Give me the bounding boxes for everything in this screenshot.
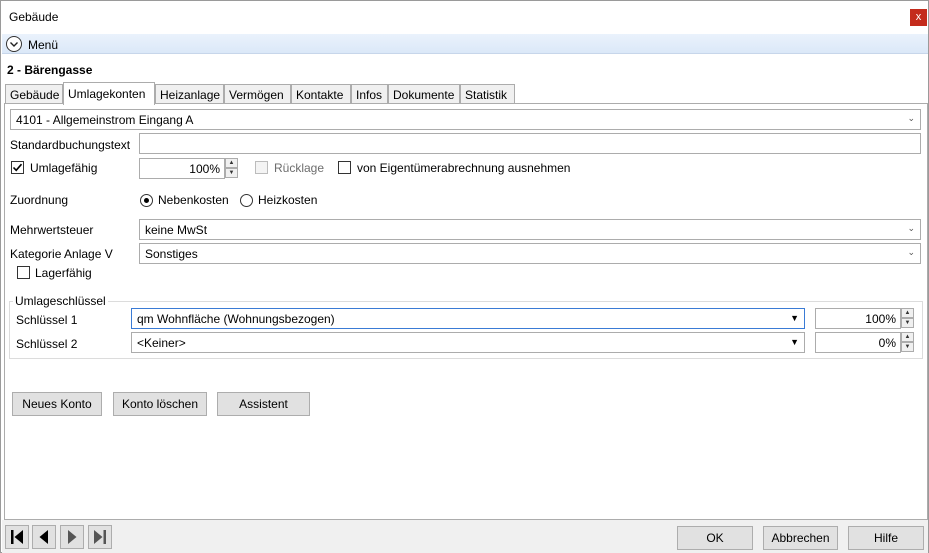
title-bar: Gebäude x <box>1 1 928 33</box>
ok-button[interactable]: OK <box>677 526 753 550</box>
percent-stepper[interactable]: ▲ ▼ <box>225 158 238 179</box>
account-value: 4101 - Allgemeinstrom Eingang A <box>16 113 194 127</box>
tab-statistik[interactable]: Statistik <box>460 84 515 104</box>
schluessel-2-value: <Keiner> <box>137 336 186 350</box>
schluessel-2-stepper[interactable]: ▲ ▼ <box>901 332 914 353</box>
schluessel-2-select[interactable]: <Keiner> ▼ <box>131 332 805 353</box>
chevron-down-icon: ⌄ <box>907 113 915 123</box>
schluessel-1-value: qm Wohnfläche (Wohnungsbezogen) <box>137 312 335 326</box>
schluessel-1-select[interactable]: qm Wohnfläche (Wohnungsbezogen) ▼ <box>131 308 805 329</box>
first-record-button[interactable] <box>5 525 29 549</box>
dialog-window: Gebäude x Menü 2 - Bärengasse Gebäude Um… <box>0 0 929 553</box>
spin-up-icon[interactable]: ▲ <box>225 158 238 168</box>
tab-heizanlage[interactable]: Heizanlage <box>155 84 224 104</box>
nebenkosten-label: Nebenkosten <box>158 193 229 207</box>
account-select[interactable]: 4101 - Allgemeinstrom Eingang A ⌄ <box>10 109 921 130</box>
chevron-down-icon: ▼ <box>790 337 799 347</box>
close-button[interactable]: x <box>910 9 927 26</box>
ausnehmen-label: von Eigentümerabrechnung ausnehmen <box>357 161 571 175</box>
last-record-button[interactable] <box>88 525 112 549</box>
standard-text-input[interactable] <box>139 133 921 154</box>
previous-record-button[interactable] <box>32 525 56 549</box>
ausnehmen-checkbox[interactable] <box>338 161 351 174</box>
record-title: 2 - Bärengasse <box>7 63 93 77</box>
nebenkosten-radio[interactable] <box>140 194 153 207</box>
mwst-label: Mehrwertsteuer <box>10 223 94 237</box>
delete-account-button[interactable]: Konto löschen <box>113 392 207 416</box>
kategorie-value: Sonstiges <box>145 247 198 261</box>
mwst-value: keine MwSt <box>145 223 208 237</box>
tab-gebaeude[interactable]: Gebäude <box>5 84 63 104</box>
chevron-down-icon: ⌄ <box>907 223 915 233</box>
mwst-select[interactable]: keine MwSt ⌄ <box>139 219 921 240</box>
chevron-down-icon: ⌄ <box>907 247 915 257</box>
next-record-icon <box>68 530 77 544</box>
check-icon <box>12 163 23 172</box>
window-title: Gebäude <box>9 10 59 24</box>
assistant-button[interactable]: Assistent <box>217 392 310 416</box>
heizkosten-label: Heizkosten <box>258 193 318 207</box>
next-record-button[interactable] <box>60 525 84 549</box>
schluessel-1-stepper[interactable]: ▲ ▼ <box>901 308 914 329</box>
umlageschluessel-title: Umlageschlüssel <box>13 294 108 308</box>
kategorie-select[interactable]: Sonstiges ⌄ <box>139 243 921 264</box>
spin-down-icon[interactable]: ▼ <box>901 318 914 328</box>
new-account-button[interactable]: Neues Konto <box>12 392 102 416</box>
chevron-down-icon <box>6 36 22 52</box>
schluessel-1-percent[interactable]: 100% <box>815 308 901 329</box>
chevron-down-icon: ▼ <box>790 313 799 323</box>
schluessel-2-label: Schlüssel 2 <box>16 337 78 351</box>
help-button[interactable]: Hilfe <box>848 526 924 550</box>
menu-bar[interactable]: Menü <box>2 34 928 54</box>
umlagefaehig-label: Umlagefähig <box>30 161 98 175</box>
umlagefaehig-checkbox[interactable] <box>11 161 24 174</box>
tab-infos[interactable]: Infos <box>351 84 388 104</box>
tab-dokumente[interactable]: Dokumente <box>388 84 460 104</box>
standard-text-label: Standardbuchungstext <box>10 138 131 152</box>
tab-umlagekonten[interactable]: Umlagekonten <box>63 82 155 105</box>
last-record-icon <box>94 530 106 544</box>
previous-record-icon <box>39 530 48 544</box>
lagerfaehig-checkbox[interactable] <box>17 266 30 279</box>
kategorie-label: Kategorie Anlage V <box>10 247 113 261</box>
schluessel-1-label: Schlüssel 1 <box>16 313 78 327</box>
spin-up-icon[interactable]: ▲ <box>901 332 914 342</box>
ruecklage-label: Rücklage <box>274 161 325 175</box>
radio-selected-dot <box>144 198 149 203</box>
first-record-icon <box>11 530 23 544</box>
tab-vermoegen[interactable]: Vermögen <box>224 84 291 104</box>
heizkosten-radio[interactable] <box>240 194 253 207</box>
ruecklage-checkbox[interactable] <box>255 161 268 174</box>
percent-input[interactable]: 100% <box>139 158 225 179</box>
tab-kontakte[interactable]: Kontakte <box>291 84 351 104</box>
cancel-button[interactable]: Abbrechen <box>763 526 838 550</box>
spin-down-icon[interactable]: ▼ <box>901 342 914 352</box>
spin-up-icon[interactable]: ▲ <box>901 308 914 318</box>
schluessel-2-percent[interactable]: 0% <box>815 332 901 353</box>
zuordnung-label: Zuordnung <box>10 193 69 207</box>
menu-label: Menü <box>28 38 59 52</box>
spin-down-icon[interactable]: ▼ <box>225 168 238 178</box>
lagerfaehig-label: Lagerfähig <box>35 266 92 280</box>
